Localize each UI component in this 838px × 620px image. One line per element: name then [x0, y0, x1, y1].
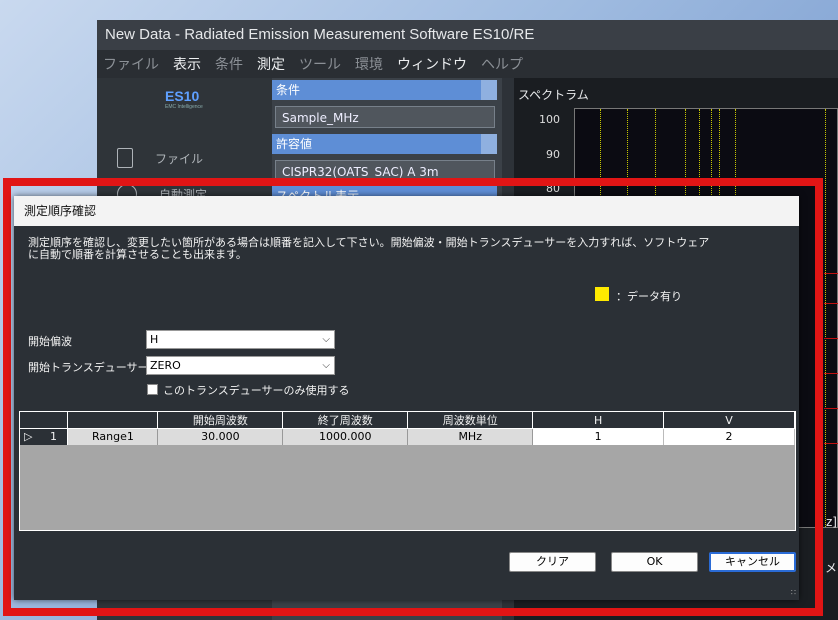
nav-item-file[interactable]: ファイル [117, 148, 203, 168]
header-marker [20, 412, 69, 429]
range-table: 開始周波数 終了周波数 周波数単位 H V ▷ 1 Range1 30.000 … [19, 411, 796, 531]
ok-button[interactable]: OK [611, 552, 698, 572]
limit-line [824, 273, 838, 274]
data-legend-swatch [595, 287, 609, 301]
cell-v-order[interactable]: 2 [663, 428, 795, 445]
chevron-down-icon: ⌵ [322, 334, 330, 345]
y-tick-100: 100 [539, 113, 560, 126]
limit-line [824, 408, 838, 409]
es10-logo: ES10 EMC Intelligence [165, 88, 203, 110]
cell-h-order[interactable]: 1 [532, 428, 665, 445]
collapse-icon[interactable] [481, 80, 497, 100]
grid-line [825, 109, 826, 527]
cell-end-freq: 1000.000 [282, 428, 409, 445]
limit-line [824, 373, 838, 374]
start-transducer-label: 開始トランスデューサー [28, 361, 149, 374]
header-name [67, 412, 159, 429]
menu-conditions[interactable]: 条件 [215, 54, 243, 74]
resize-grip-icon[interactable]: ∷ [791, 588, 796, 597]
header-end-freq[interactable]: 終了周波数 [282, 412, 409, 429]
menu-bar: ファイル 表示 条件 測定 ツール 環境 ウィンドウ ヘルプ [97, 50, 838, 78]
clear-button[interactable]: クリア [509, 552, 596, 572]
cancel-button[interactable]: キャンセル [709, 552, 796, 572]
limit-line [824, 303, 838, 304]
start-polarization-label: 開始偏波 [28, 335, 72, 348]
spectrum-title: スペクトラム [518, 88, 589, 102]
file-icon [117, 148, 133, 168]
only-transducer-checkbox[interactable] [147, 384, 158, 395]
menu-view[interactable]: 表示 [173, 54, 201, 74]
limits-header[interactable]: 許容値 [272, 134, 497, 154]
dialog-description: 測定順序を確認し、変更したい箇所がある場合は順番を記入して下さい。開始偏波・開始… [28, 236, 710, 261]
cell-start-freq: 30.000 [157, 428, 284, 445]
measure-order-dialog: 測定順序確認 測定順序を確認し、変更したい箇所がある場合は順番を記入して下さい。… [14, 196, 799, 600]
conditions-select[interactable]: Sample_MHz [275, 106, 495, 128]
header-start-freq[interactable]: 開始周波数 [157, 412, 284, 429]
menu-tools[interactable]: ツール [299, 54, 341, 74]
menu-environment[interactable]: 環境 [355, 54, 383, 74]
menu-help[interactable]: ヘルプ [481, 54, 523, 74]
window-title: New Data - Radiated Emission Measurement… [97, 20, 838, 50]
range-table-body: 開始周波数 終了周波数 周波数単位 H V ▷ 1 Range1 30.000 … [20, 412, 795, 445]
cell-name: Range1 [67, 428, 159, 445]
collapse-icon[interactable] [481, 134, 497, 154]
header-h[interactable]: H [532, 412, 665, 429]
dialog-title: 測定順序確認 [14, 196, 799, 226]
menu-window[interactable]: ウィンドウ [397, 54, 467, 74]
play-icon: ▷ [24, 430, 33, 444]
menu-measure[interactable]: 測定 [257, 54, 285, 74]
row-selector[interactable]: ▷ 1 [20, 428, 69, 445]
header-freq-unit[interactable]: 周波数単位 [407, 412, 534, 429]
limit-line [824, 443, 838, 444]
start-polarization-select[interactable]: H ⌵ [146, 330, 335, 349]
limit-line [824, 338, 838, 339]
y-tick-90: 90 [546, 148, 560, 161]
menu-file[interactable]: ファイル [103, 54, 159, 74]
conditions-header[interactable]: 条件 [272, 80, 497, 100]
data-legend-label: ：データ有り [616, 290, 682, 303]
table-row[interactable]: ▷ 1 Range1 30.000 1000.000 MHz 1 2 [20, 428, 795, 445]
start-transducer-select[interactable]: ZERO ⌵ [146, 356, 335, 375]
header-v[interactable]: V [663, 412, 795, 429]
table-header-row: 開始周波数 終了周波数 周波数単位 H V [20, 412, 795, 429]
marker-label: メ:2 [825, 561, 838, 575]
x-unit-label: z] [826, 515, 837, 529]
chevron-down-icon: ⌵ [322, 360, 330, 371]
only-transducer-label: このトランスデューサーのみ使用する [163, 384, 350, 397]
cell-freq-unit: MHz [407, 428, 534, 445]
